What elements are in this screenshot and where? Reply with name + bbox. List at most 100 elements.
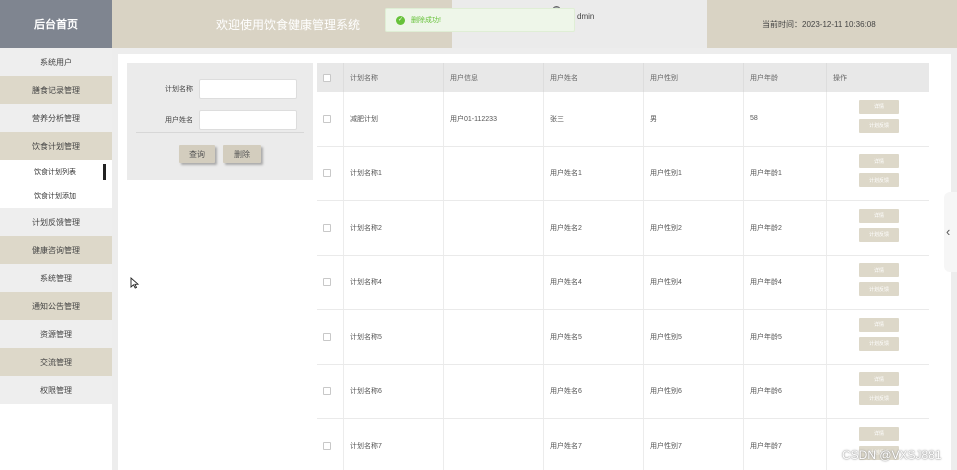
row-checkbox[interactable] — [323, 441, 331, 450]
sidebar-subitem-plan-add[interactable]: 饮食计划添加 — [0, 184, 112, 208]
detail-button[interactable]: 详情 — [859, 317, 899, 332]
header-select-all[interactable] — [317, 63, 344, 92]
row-select[interactable] — [317, 255, 344, 309]
feedback-button[interactable]: 计划反馈 — [859, 118, 899, 133]
table-row: 计划名称2 用户姓名2 用户性别2 用户年龄2 详情 计划反馈 — [317, 201, 929, 256]
sidebar-subitem-plan-list[interactable]: 饮食计划列表 — [0, 160, 112, 184]
row-checkbox[interactable] — [323, 169, 331, 178]
column-header: 用户信息 — [444, 63, 544, 92]
feedback-button[interactable]: 计划反馈 — [859, 336, 899, 351]
cell-user-gender: 用户性别6 — [644, 364, 744, 418]
side-collapse-tab[interactable]: ‹ — [944, 192, 957, 272]
cell-plan-name: 计划名称6 — [344, 364, 444, 418]
detail-button[interactable]: 详情 — [859, 263, 899, 278]
cell-user-age: 用户年龄2 — [744, 201, 827, 255]
cell-user-info: 用户01-112233 — [444, 92, 544, 146]
cell-user-info — [444, 146, 544, 200]
check-circle-icon: ✓ — [396, 15, 405, 25]
cell-operations: 详情 计划反馈 — [827, 256, 929, 310]
sidebar-item-plan-feedback[interactable]: 计划反馈管理 — [0, 208, 112, 236]
sidebar-item-label: 健康咨询管理 — [32, 245, 80, 255]
feedback-button[interactable]: 计划反馈 — [859, 282, 899, 297]
plan-table: 计划名称 用户信息 用户姓名 用户性别 用户年龄 操作 减肥计划 用户01-11… — [317, 63, 929, 470]
delete-button[interactable]: 删除 — [223, 145, 261, 163]
feedback-button[interactable]: 计划反馈 — [859, 173, 899, 188]
detail-button[interactable]: 详情 — [859, 372, 899, 387]
mouse-cursor-icon — [130, 277, 139, 289]
detail-button[interactable]: 详情 — [859, 426, 899, 441]
sidebar-item-diet-records[interactable]: 膳食记录管理 — [0, 76, 112, 104]
column-header: 用户年龄 — [744, 63, 827, 92]
user-name-input[interactable] — [199, 110, 297, 130]
toast-message: 删除成功! — [411, 17, 441, 24]
cell-user-gender: 用户性别4 — [644, 255, 744, 309]
cell-plan-name: 减肥计划 — [344, 92, 444, 146]
sidebar-item-resources[interactable]: 资源管理 — [0, 320, 112, 348]
row-checkbox[interactable] — [323, 332, 331, 341]
sidebar-item-label: 饮食计划管理 — [32, 141, 80, 151]
sidebar-item-label: 系统用户 — [40, 57, 72, 67]
sidebar-item-label: 膳食记录管理 — [32, 85, 80, 95]
cell-user-age: 用户年龄4 — [744, 255, 827, 309]
detail-button[interactable]: 详情 — [859, 208, 899, 223]
cell-plan-name: 计划名称2 — [344, 201, 444, 255]
cell-operations: 详情 计划反馈 — [827, 365, 929, 419]
table-row: 计划名称1 用户姓名1 用户性别1 用户年龄1 详情 计划反馈 — [317, 146, 929, 201]
cell-user-info — [444, 419, 544, 470]
sidebar-item-label: 交流管理 — [40, 357, 72, 367]
sidebar-item-system-users[interactable]: 系统用户 — [0, 48, 112, 76]
row-checkbox[interactable] — [323, 114, 331, 123]
cell-user-name: 用户姓名4 — [544, 255, 644, 309]
detail-button[interactable]: 详情 — [859, 154, 899, 169]
current-time: 当前时间：2023-12-11 10:36:08 — [762, 20, 876, 29]
sidebar-item-notices[interactable]: 通知公告管理 — [0, 292, 112, 320]
user-name[interactable]: dmin — [577, 12, 594, 21]
table-row: 计划名称4 用户姓名4 用户性别4 用户年龄4 详情 计划反馈 — [317, 255, 929, 310]
cell-user-name: 用户姓名6 — [544, 364, 644, 418]
cell-user-gender: 用户性别5 — [644, 310, 744, 364]
column-header: 用户姓名 — [544, 63, 644, 92]
table-row: 计划名称5 用户姓名5 用户性别5 用户年龄5 详情 计划反馈 — [317, 310, 929, 365]
sidebar-item-label: 饮食计划列表 — [34, 169, 76, 176]
cell-user-name: 张三 — [544, 92, 644, 146]
sidebar-item-system-mgmt[interactable]: 系统管理 — [0, 264, 112, 292]
cell-user-age: 用户年龄7 — [744, 419, 827, 470]
cell-plan-name: 计划名称4 — [344, 255, 444, 309]
plan-name-input[interactable] — [199, 79, 297, 99]
home-logo[interactable]: 后台首页 — [0, 0, 112, 48]
row-checkbox[interactable] — [323, 387, 331, 396]
cell-user-gender: 男 — [644, 92, 744, 146]
cell-user-age: 58 — [744, 92, 827, 146]
table-row: 减肥计划 用户01-112233 张三 男 58 详情 计划反馈 — [317, 92, 929, 147]
row-select[interactable] — [317, 310, 344, 364]
cell-operations: 详情 计划反馈 — [827, 147, 929, 201]
feedback-button[interactable]: 计划反馈 — [859, 227, 899, 242]
row-select[interactable] — [317, 92, 344, 146]
cell-user-age: 用户年龄6 — [744, 364, 827, 418]
row-checkbox[interactable] — [323, 223, 331, 232]
detail-button[interactable]: 详情 — [859, 99, 899, 114]
cell-user-name: 用户姓名7 — [544, 419, 644, 470]
sidebar-item-health-consult[interactable]: 健康咨询管理 — [0, 236, 112, 264]
search-panel: 计划名称 用户姓名 查询 删除 — [127, 63, 313, 180]
sidebar-item-diet-plans[interactable]: 饮食计划管理 — [0, 132, 112, 160]
cell-plan-name: 计划名称1 — [344, 146, 444, 200]
table-header: 计划名称 用户信息 用户姓名 用户性别 用户年龄 操作 — [317, 63, 929, 92]
sidebar-item-nutrition-analysis[interactable]: 营养分析管理 — [0, 104, 112, 132]
cell-user-age: 用户年龄1 — [744, 146, 827, 200]
select-all-checkbox[interactable] — [323, 73, 331, 82]
cell-plan-name: 计划名称7 — [344, 419, 444, 470]
watermark: CSDN @VXSJ881 — [842, 448, 942, 462]
sidebar-item-permissions[interactable]: 权限管理 — [0, 376, 112, 404]
sidebar-item-label: 营养分析管理 — [32, 113, 80, 123]
row-checkbox[interactable] — [323, 278, 331, 287]
cell-user-name: 用户姓名5 — [544, 310, 644, 364]
query-button[interactable]: 查询 — [179, 145, 215, 163]
row-select[interactable] — [317, 201, 344, 255]
divider — [136, 132, 304, 133]
row-select[interactable] — [317, 419, 344, 470]
row-select[interactable] — [317, 146, 344, 200]
row-select[interactable] — [317, 364, 344, 418]
sidebar-item-exchange[interactable]: 交流管理 — [0, 348, 112, 376]
feedback-button[interactable]: 计划反馈 — [859, 391, 899, 406]
